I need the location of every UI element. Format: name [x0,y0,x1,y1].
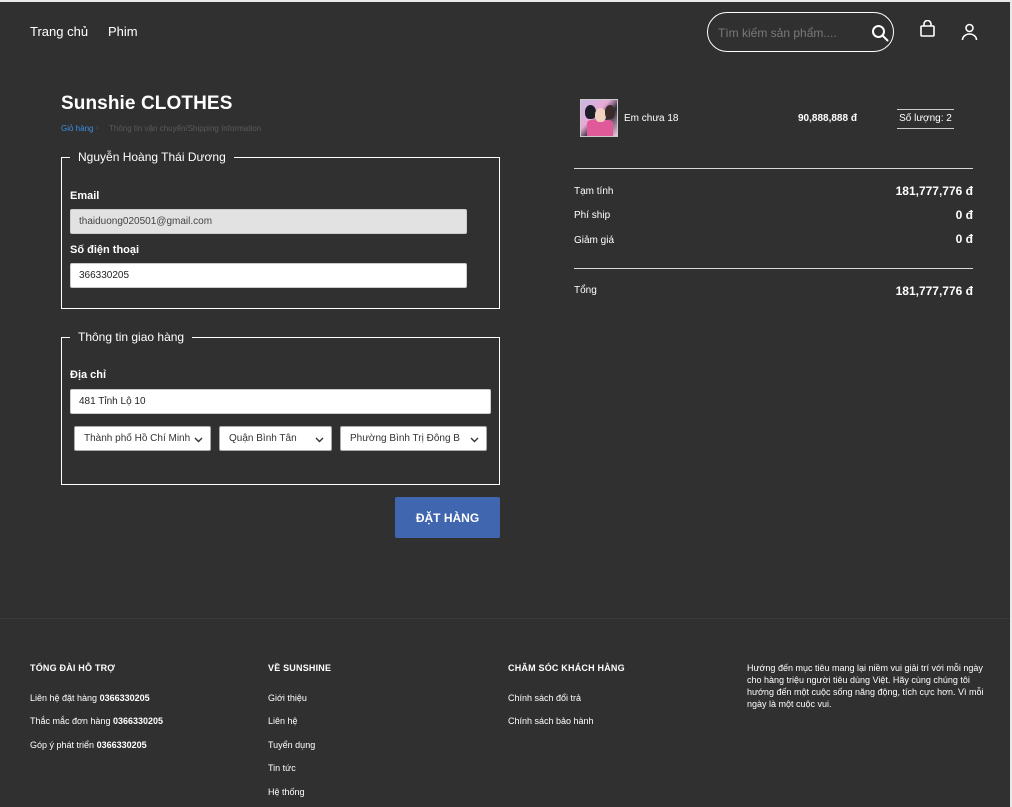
footer-link-return-policy[interactable]: Chính sách đổi trả [508,693,581,703]
footer-support-item: Liên hệ đặt hàng 0366330205 [30,693,150,703]
discount-value: 0 đ [955,232,973,246]
address-label: Địa chỉ [70,369,107,381]
phone-field[interactable] [70,263,467,288]
footer-heading-about: VỀ SUNSHINE [268,663,332,673]
support-phone-link[interactable]: 0366330205 [97,740,147,750]
subtotal-value: 181,777,776 đ [895,184,973,198]
discount-label: Giảm giá [574,235,615,246]
search-icon[interactable] [871,24,889,42]
nav-home[interactable]: Trang chủ [30,24,88,39]
footer-support-item: Góp ý phát triển 0366330205 [30,740,147,750]
divider [574,168,973,169]
breadcrumb-shipping: Thông tin vận chuyển/Shipping Informatio… [109,124,262,133]
total-value: 181,777,776 đ [895,284,973,298]
city-select[interactable]: Thành phố Hồ Chí Minh [74,426,211,451]
breadcrumb-cart[interactable]: Giỏ hàng [61,124,93,133]
shopping-bag-icon[interactable] [919,20,936,38]
email-field [70,209,467,234]
shipping-fee-label: Phí ship [574,210,611,221]
email-label: Email [70,190,100,202]
shipping-fee-value: 0 đ [955,208,973,222]
footer-mission-text: Hướng đến mục tiêu mang lại niềm vui giả… [747,663,984,709]
product-thumbnail [580,99,618,137]
page-title: Sunshie CLOTHES [61,93,233,114]
user-icon[interactable] [961,23,978,41]
footer-link-stores[interactable]: Hệ thống [268,787,305,797]
footer-divider [0,618,1010,619]
search-input[interactable] [718,24,858,42]
divider [574,268,973,269]
ward-select[interactable]: Phường Bình Trị Đông B [340,426,487,451]
address-field[interactable] [70,389,491,414]
footer-heading-support: TỔNG ĐÀI HỖ TRỢ [30,663,116,673]
place-order-button[interactable]: ĐẶT HÀNG [395,497,500,538]
footer-link-contact[interactable]: Liên hệ [268,716,298,726]
city-value: Thành phố Hồ Chí Minh [84,433,191,444]
product-name: Em chưa 18 [624,113,679,124]
support-phone-link[interactable]: 0366330205 [113,716,163,726]
shipping-legend: Thông tin giao hàng [78,330,185,344]
chevron-down-icon [315,437,324,443]
top-border [0,0,1012,2]
ward-value: Phường Bình Trị Đông B [350,433,460,444]
support-phone-link[interactable]: 0366330205 [100,693,150,703]
chevron-down-icon [194,437,203,443]
footer-link-careers[interactable]: Tuyển dụng [268,740,315,750]
footer-heading-care: CHĂM SÓC KHÁCH HÀNG [508,663,625,673]
district-value: Quận Bình Tân [229,433,297,444]
search-bar [707,12,894,52]
phone-label: Số điện thoại [70,244,140,256]
product-price: 90,888,888 đ [798,113,857,124]
quantity-badge[interactable]: Số lượng: 2 [897,109,954,129]
subtotal-label: Tạm tính [574,186,614,197]
footer-link-warranty-policy[interactable]: Chính sách bảo hành [508,716,594,726]
account-name: Nguyễn Hoàng Thái Dương [78,150,226,164]
footer-link-about[interactable]: Giới thiệu [268,693,307,703]
nav-movies[interactable]: Phim [108,24,138,39]
footer-support-item: Thắc mắc đơn hàng 0366330205 [30,716,164,726]
footer-link-news[interactable]: Tin tức [268,763,296,773]
district-select[interactable]: Quận Bình Tân [219,426,332,451]
breadcrumb-separator: › [96,123,99,132]
total-label: Tổng [574,285,597,296]
chevron-down-icon [470,437,479,443]
